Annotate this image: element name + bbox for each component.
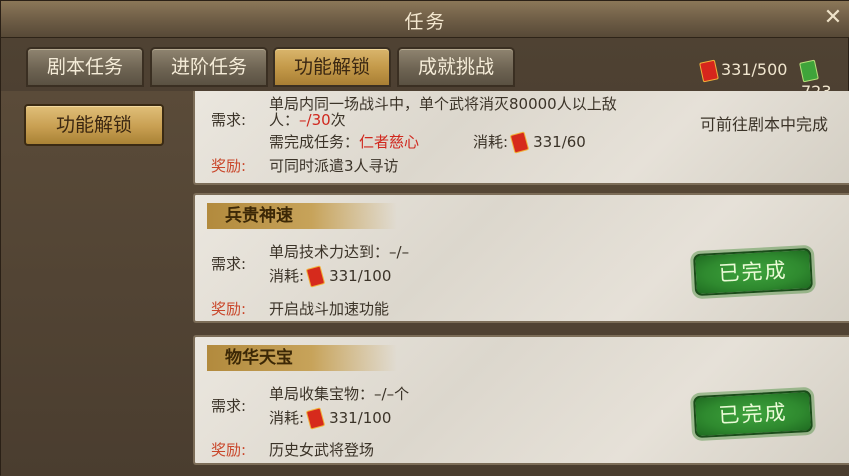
prerequisite-task: 需完成任务：仁者慈心 bbox=[269, 133, 420, 151]
close-icon[interactable]: ✕ bbox=[820, 5, 846, 31]
red-token-counter: 331/500 bbox=[699, 59, 787, 82]
mission-card: 单局内同一场战斗中，单个武将消灭80000人以上敌 需求: 人：–/30次 需完… bbox=[193, 91, 849, 185]
requirement-label: 需求: bbox=[211, 255, 247, 273]
cost: 消耗: 331/100 bbox=[269, 407, 391, 430]
reward-text: 可同时派遣3人寻访 bbox=[269, 157, 399, 175]
reward-label: 奖励: bbox=[211, 300, 247, 318]
requirement-text: 单局技术力达到：–/– bbox=[269, 243, 410, 261]
reward-text: 历史女武将登场 bbox=[269, 441, 375, 459]
green-token-icon bbox=[799, 59, 819, 82]
reward-label: 奖励: bbox=[211, 157, 247, 175]
red-token-icon bbox=[305, 265, 326, 288]
tab-feature-unlock[interactable]: 功能解锁 bbox=[273, 47, 391, 87]
title-bar: 任务 ✕ bbox=[1, 1, 849, 38]
red-token-icon bbox=[305, 407, 326, 430]
mission-title: 兵贵神速 bbox=[207, 203, 397, 229]
mission-card: 物华天宝 单局收集宝物：–/–个 需求: 消耗: 331/100 奖励: 历史女武… bbox=[193, 335, 849, 465]
reward-text: 开启战斗加速功能 bbox=[269, 300, 390, 318]
mission-list[interactable]: 单局内同一场战斗中，单个武将消灭80000人以上敌 需求: 人：–/30次 需完… bbox=[193, 91, 849, 476]
red-token-icon bbox=[699, 59, 719, 82]
mission-card: 兵贵神速 单局技术力达到：–/– 需求: 消耗: 331/100 奖励: 开启战斗… bbox=[193, 193, 849, 323]
go-to-script-status[interactable]: 可前往剧本中完成 bbox=[700, 111, 828, 135]
requirement-progress: 人：–/30次 bbox=[269, 111, 346, 129]
completed-badge: 已完成 bbox=[692, 247, 814, 297]
green-token-counter: 723 bbox=[799, 59, 849, 101]
window-title: 任务 bbox=[404, 11, 447, 33]
reward-label: 奖励: bbox=[211, 441, 247, 459]
cost: 消耗: 331/100 bbox=[269, 265, 391, 288]
tab-bar: 剧本任务 进阶任务 功能解锁 成就挑战 331/500 723 bbox=[1, 37, 849, 101]
requirement-label: 需求: bbox=[211, 111, 247, 129]
category-feature-unlock-button[interactable]: 功能解锁 bbox=[24, 104, 164, 146]
mission-title: 物华天宝 bbox=[207, 345, 397, 371]
requirement-label: 需求: bbox=[211, 397, 247, 415]
mission-window: 任务 ✕ 剧本任务 进阶任务 功能解锁 成就挑战 331/500 723 功能解… bbox=[0, 0, 849, 476]
completed-badge: 已完成 bbox=[692, 389, 814, 439]
tab-achievement-challenge[interactable]: 成就挑战 bbox=[397, 47, 515, 87]
tab-script-missions[interactable]: 剧本任务 bbox=[26, 47, 144, 87]
tab-advanced-missions[interactable]: 进阶任务 bbox=[150, 47, 268, 87]
cost: 消耗: 331/60 bbox=[473, 131, 586, 154]
red-token-icon bbox=[509, 131, 530, 154]
requirement-text: 单局收集宝物：–/–个 bbox=[269, 385, 410, 403]
